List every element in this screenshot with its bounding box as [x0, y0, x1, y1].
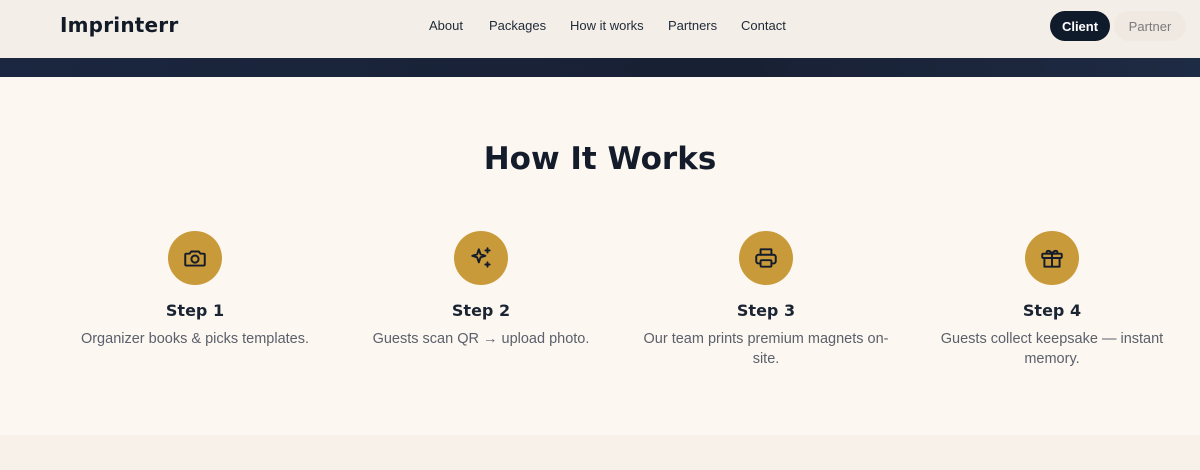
- step-description: Organizer books & picks templates.: [80, 331, 310, 347]
- nav-links: About Packages How it works Partners Con…: [0, 0, 1200, 58]
- step-icon-circle: [454, 231, 508, 285]
- nav-link-partners[interactable]: Partners: [668, 18, 717, 33]
- step-description: Guests collect keepsake — instant memory…: [940, 331, 1164, 367]
- nav-link-contact[interactable]: Contact: [741, 18, 786, 33]
- step-card-1: Step 1 Organizer books & picks templates…: [65, 231, 325, 349]
- printer-icon: [755, 248, 777, 268]
- step-title: Step 1: [165, 301, 225, 320]
- sparkles-icon: [471, 247, 491, 268]
- brand-logo[interactable]: Imprinterr: [60, 13, 178, 37]
- nav-link-how-it-works[interactable]: How it works: [570, 18, 644, 33]
- hero-bottom-band: [0, 58, 1200, 77]
- step-icon-circle: [739, 231, 793, 285]
- section-title: How It Works: [483, 141, 717, 177]
- step-title: Step 2: [451, 301, 511, 320]
- next-section-band: [0, 435, 1200, 470]
- gift-icon: [1041, 249, 1063, 268]
- step-card-4: Step 4 Guests collect keepsake — instant…: [922, 231, 1182, 369]
- partner-button[interactable]: Partner: [1114, 11, 1186, 41]
- step-description: Our team prints premium magnets on-site.: [643, 331, 889, 367]
- nav-link-about[interactable]: About: [429, 18, 463, 33]
- step-card-2: Step 2 Guests scan QR → upload photo.: [351, 231, 611, 349]
- top-navbar: Imprinterr About Packages How it works P…: [0, 0, 1200, 58]
- nav-link-packages[interactable]: Packages: [489, 18, 546, 33]
- step-description: Guests scan QR → upload photo.: [372, 331, 590, 347]
- client-button[interactable]: Client: [1050, 11, 1110, 41]
- step-icon-circle: [168, 231, 222, 285]
- camera-icon: [184, 250, 206, 267]
- step-icon-circle: [1025, 231, 1079, 285]
- step-title: Step 4: [1022, 301, 1082, 320]
- step-card-3: Step 3 Our team prints premium magnets o…: [636, 231, 896, 369]
- step-title: Step 3: [736, 301, 796, 320]
